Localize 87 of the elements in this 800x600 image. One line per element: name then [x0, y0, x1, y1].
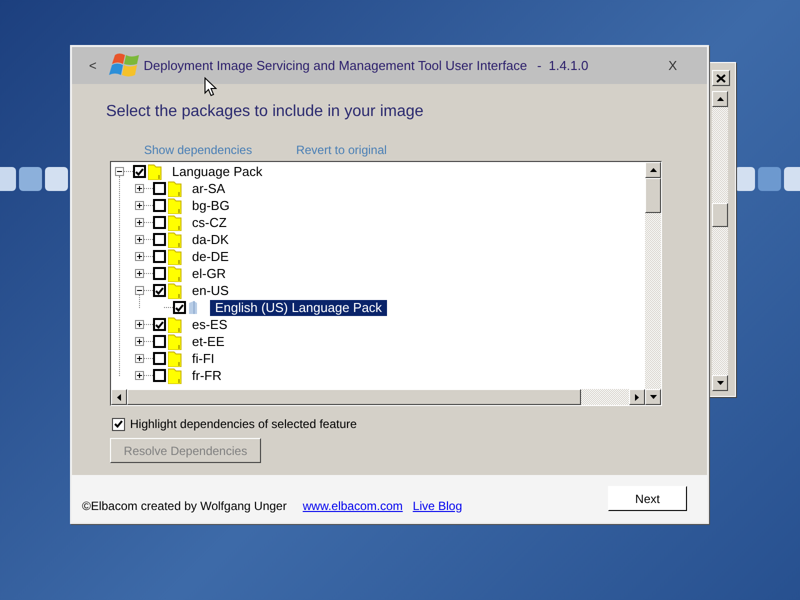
collapse-icon[interactable] — [115, 167, 124, 176]
scroll-thumb[interactable] — [712, 203, 728, 227]
up-arrow-icon — [650, 168, 656, 172]
close-button[interactable]: X — [668, 56, 677, 76]
tree-item[interactable]: fi-FI — [190, 350, 216, 366]
expand-icon[interactable] — [135, 235, 144, 244]
scroll-down-button[interactable] — [712, 375, 728, 391]
tile — [758, 167, 781, 191]
credit-text: ©Elbacom created by Wolfgang Unger — [82, 498, 287, 514]
tile — [735, 167, 755, 191]
close-button[interactable] — [712, 70, 730, 86]
folder-icon — [168, 334, 182, 350]
tree-item[interactable]: English (US) Language Pack — [210, 300, 387, 316]
checkbox[interactable] — [153, 250, 166, 263]
expand-icon[interactable] — [135, 184, 144, 193]
folder-icon — [168, 248, 182, 264]
tree-item[interactable]: Language Pack — [170, 164, 264, 180]
checkbox[interactable] — [153, 352, 166, 365]
up-arrow-icon — [716, 97, 724, 101]
folder-icon — [168, 214, 182, 230]
tree-item[interactable]: et-EE — [190, 334, 227, 350]
collapse-icon[interactable] — [135, 286, 144, 295]
tree-item[interactable]: es-ES — [190, 316, 230, 332]
scroll-right-button[interactable] — [629, 389, 645, 405]
scroll-up-button[interactable] — [645, 162, 661, 178]
tree-item[interactable]: da-DK — [190, 232, 231, 248]
folder-icon — [168, 368, 182, 384]
mouse-cursor-icon — [204, 77, 217, 97]
folder-icon — [168, 266, 182, 282]
checkbox[interactable] — [153, 182, 166, 195]
tree-item[interactable]: de-DE — [190, 248, 231, 264]
expand-icon[interactable] — [135, 201, 144, 210]
folder-icon — [168, 198, 182, 214]
version-label: - 1.4.1.0 — [537, 56, 588, 75]
folder-icon — [148, 164, 162, 180]
checkbox[interactable] — [153, 284, 166, 297]
expand-icon[interactable] — [135, 371, 144, 380]
tree-item[interactable]: en-US — [190, 282, 231, 298]
folder-icon — [168, 350, 182, 366]
down-arrow-icon — [716, 381, 724, 385]
scroll-up-button[interactable] — [712, 91, 728, 107]
tile — [45, 167, 68, 191]
checkbox[interactable] — [173, 301, 186, 314]
window-title: Deployment Image Servicing and Management Tool User Interface — [144, 56, 528, 75]
windows-logo-icon — [108, 52, 141, 80]
page-heading: Select the packages to include in your image — [106, 102, 425, 122]
back-button[interactable]: < — [89, 56, 97, 76]
expand-icon[interactable] — [135, 218, 144, 227]
folder-icon — [168, 282, 182, 298]
checkbox[interactable] — [153, 369, 166, 382]
scroll-left-button[interactable] — [111, 389, 127, 405]
tree-item[interactable]: el-GR — [190, 266, 228, 282]
checkbox[interactable] — [153, 216, 166, 229]
tile — [0, 167, 16, 191]
left-arrow-icon — [117, 394, 121, 400]
down-arrow-icon — [650, 395, 656, 399]
checkbox-label: Highlight dependencies of selected feature — [130, 416, 357, 433]
checkbox[interactable] — [153, 267, 166, 280]
next-button[interactable]: Next — [608, 486, 687, 511]
tree-item[interactable]: bg-BG — [190, 198, 232, 214]
scroll-thumb[interactable] — [645, 178, 661, 213]
tree-item[interactable]: ar-SA — [190, 180, 228, 196]
checkbox[interactable] — [133, 165, 146, 178]
link[interactable]: Live Blog — [412, 496, 462, 514]
folder-icon — [168, 316, 182, 332]
expand-icon[interactable] — [135, 320, 144, 329]
right-arrow-icon — [635, 394, 639, 400]
close-icon — [716, 74, 726, 82]
expand-icon[interactable] — [135, 337, 144, 346]
checkbox[interactable] — [153, 233, 166, 246]
vertical-scrollbar[interactable] — [645, 162, 661, 389]
checkbox[interactable] — [153, 335, 166, 348]
link[interactable]: www.elbacom.com — [302, 496, 403, 514]
checkbox[interactable] — [112, 418, 125, 430]
tree-item[interactable]: fr-FR — [190, 368, 224, 384]
expand-icon[interactable] — [135, 354, 144, 363]
tile — [19, 167, 42, 191]
folder-icon — [168, 180, 182, 196]
checkbox[interactable] — [153, 318, 166, 331]
expand-icon[interactable] — [135, 252, 144, 261]
package-icon — [188, 300, 198, 314]
scroll-down-button[interactable] — [645, 389, 661, 405]
tree-item[interactable]: cs-CZ — [190, 214, 229, 230]
scrollbar[interactable] — [712, 91, 728, 391]
checkbox[interactable] — [153, 199, 166, 212]
folder-icon — [168, 232, 182, 248]
expand-icon[interactable] — [135, 269, 144, 278]
